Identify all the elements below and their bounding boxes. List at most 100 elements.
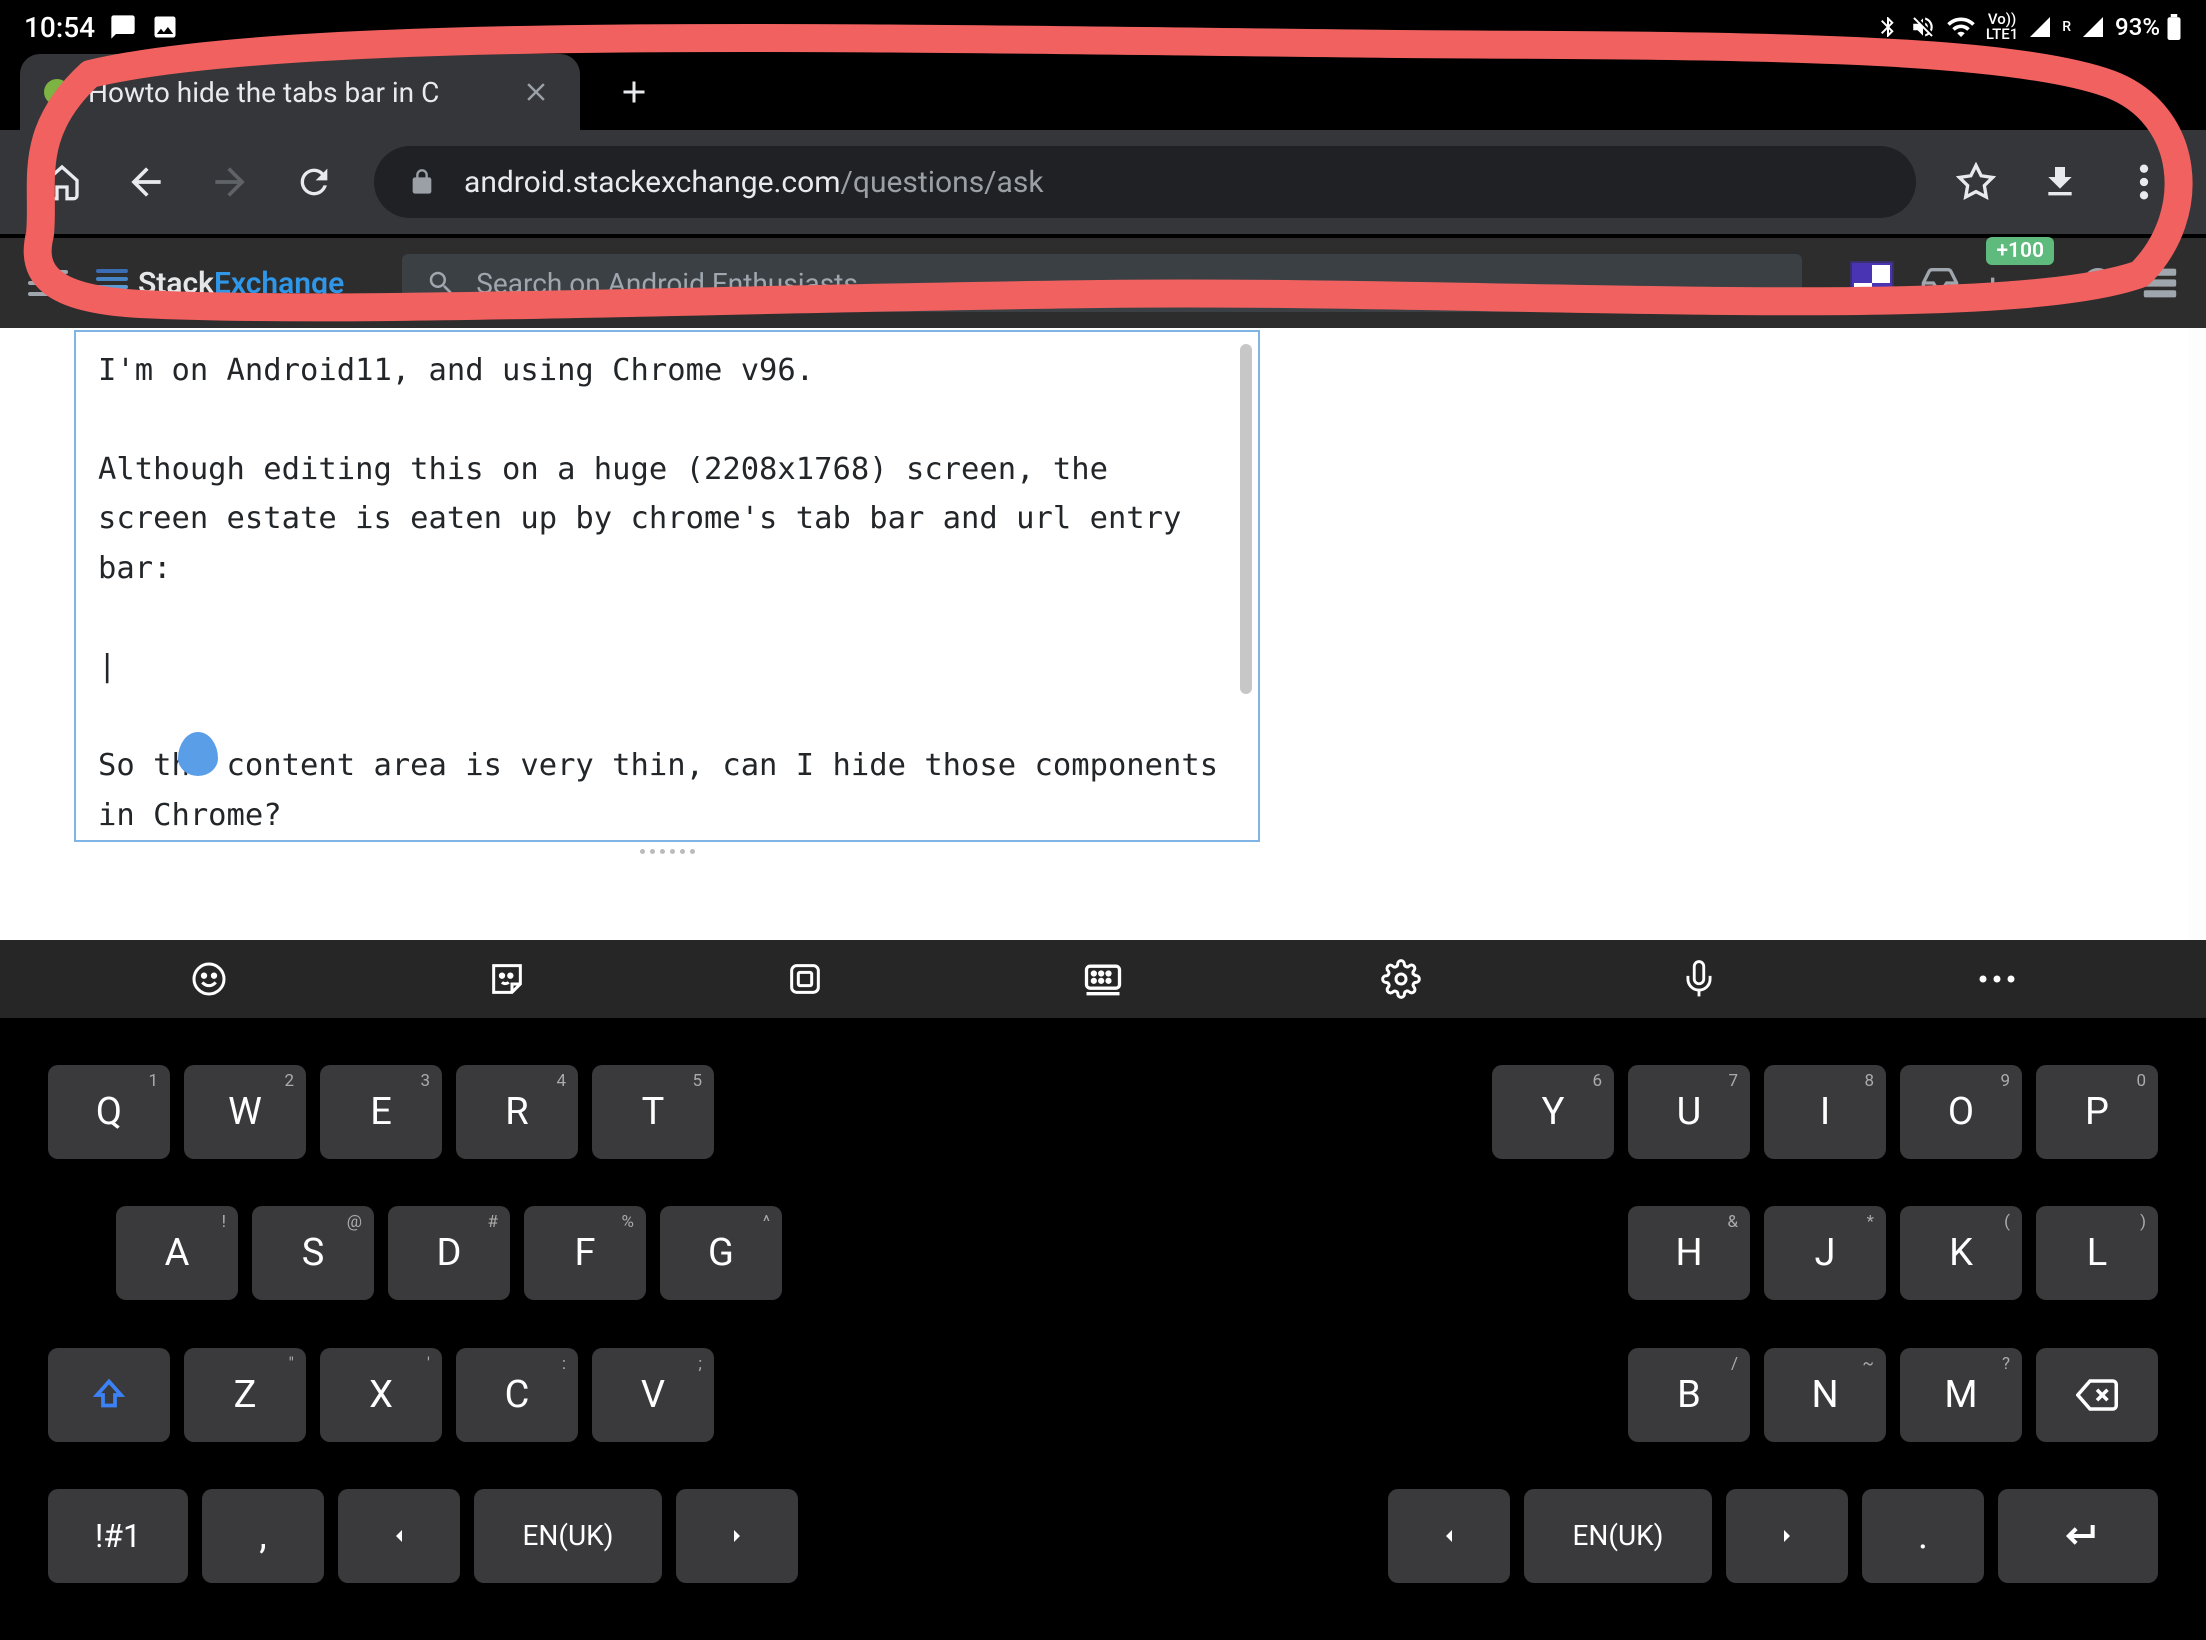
key-a[interactable]: A! <box>116 1206 238 1300</box>
menu-button[interactable] <box>2110 148 2178 216</box>
chrome-tab-strip: Howto hide the tabs bar in C <box>0 54 2206 130</box>
browser-tab-active[interactable]: Howto hide the tabs bar in C <box>20 54 580 130</box>
url-bar[interactable]: android.stackexchange.com/questions/ask <box>374 146 1916 218</box>
key-i[interactable]: I8 <box>1764 1065 1886 1159</box>
page-scrollbar[interactable] <box>2188 328 2206 940</box>
lang-next-key[interactable] <box>676 1489 798 1583</box>
reload-button[interactable] <box>280 148 348 216</box>
key-t[interactable]: T5 <box>592 1065 714 1159</box>
symbols-key[interactable]: !#1 <box>48 1489 188 1583</box>
kb-sticker-button[interactable] <box>358 959 656 999</box>
kb-row2-left: A!S@D#F%G^ <box>48 1206 782 1300</box>
key-e[interactable]: E3 <box>320 1065 442 1159</box>
notification-icon-chat <box>109 13 137 41</box>
text-caret-handle[interactable] <box>178 732 218 776</box>
key-n[interactable]: N~ <box>1764 1348 1886 1442</box>
key-y[interactable]: Y6 <box>1492 1065 1614 1159</box>
bluetooth-icon <box>1876 15 1900 39</box>
wifi-icon <box>1946 12 1976 42</box>
home-button[interactable] <box>28 148 96 216</box>
key-p[interactable]: P0 <box>2036 1065 2158 1159</box>
tab-close-button[interactable] <box>516 72 556 112</box>
back-button[interactable] <box>112 148 180 216</box>
site-switcher-button[interactable] <box>2142 265 2178 301</box>
roaming-indicator: R <box>2062 19 2071 35</box>
kb-row3-right: B/N~M? <box>1628 1348 2022 1442</box>
lang-prev-key[interactable] <box>338 1489 460 1583</box>
keyboard-toolbar <box>0 940 2206 1018</box>
rep-badge: +100 <box>1986 237 2054 265</box>
key-s[interactable]: S@ <box>252 1206 374 1300</box>
stackexchange-logo[interactable]: StackExchange <box>96 266 344 301</box>
new-tab-button[interactable] <box>610 68 658 116</box>
key-j[interactable]: J* <box>1764 1206 1886 1300</box>
vibrate-icon <box>1910 14 1936 40</box>
period-key[interactable]: . <box>1862 1489 1984 1583</box>
key-g[interactable]: G^ <box>660 1206 782 1300</box>
kb-emoji-button[interactable] <box>60 959 358 999</box>
lang-next-key-right[interactable] <box>1726 1489 1848 1583</box>
question-body-editor[interactable]: I'm on Android11, and using Chrome v96. … <box>74 330 1260 842</box>
lang-key-left[interactable]: EN(UK) <box>474 1489 662 1583</box>
kb-keyboard-mode-button[interactable] <box>954 957 1252 1001</box>
hamburger-menu-button[interactable] <box>28 263 68 303</box>
help-button[interactable] <box>2080 265 2116 301</box>
lock-icon <box>408 168 436 196</box>
achievements-button[interactable]: +100 <box>1986 255 2054 311</box>
key-q[interactable]: Q1 <box>48 1065 170 1159</box>
volte-indicator: Vo))LTE1 <box>1986 12 2018 42</box>
key-u[interactable]: U7 <box>1628 1065 1750 1159</box>
signal-icon-1 <box>2028 15 2052 39</box>
kb-row1-left: Q1W2E3R4T5 <box>48 1065 714 1159</box>
backspace-key[interactable] <box>2036 1348 2158 1442</box>
key-b[interactable]: B/ <box>1628 1348 1750 1442</box>
key-l[interactable]: L) <box>2036 1206 2158 1300</box>
key-f[interactable]: F% <box>524 1206 646 1300</box>
lang-key-right[interactable]: EN(UK) <box>1524 1489 1712 1583</box>
kb-row1-right: Y6U7I8O9P0 <box>1492 1065 2158 1159</box>
search-placeholder: Search on Android Enthusiasts… <box>476 267 876 300</box>
key-h[interactable]: H& <box>1628 1206 1750 1300</box>
status-time: 10:54 <box>24 11 95 44</box>
stackexchange-header: StackExchange Search on Android Enthusia… <box>0 238 2206 328</box>
download-button[interactable] <box>2026 148 2094 216</box>
se-search-input[interactable]: Search on Android Enthusiasts… <box>402 254 1802 312</box>
tab-favicon-icon <box>44 79 70 105</box>
search-icon <box>426 268 456 298</box>
kb-settings-button[interactable] <box>1252 959 1550 999</box>
editor-scrollbar[interactable] <box>1240 344 1252 694</box>
kb-voice-button[interactable] <box>1550 960 1848 998</box>
enter-key[interactable] <box>1998 1489 2158 1583</box>
kb-row3-left: Z"X'C:V; <box>184 1348 714 1442</box>
key-w[interactable]: W2 <box>184 1065 306 1159</box>
content-sidebar-blank <box>1260 328 2188 940</box>
editor-resize-grippie[interactable] <box>74 842 1260 860</box>
kb-more-button[interactable] <box>1848 973 2146 985</box>
key-r[interactable]: R4 <box>456 1065 578 1159</box>
key-m[interactable]: M? <box>1900 1348 2022 1442</box>
key-z[interactable]: Z" <box>184 1348 306 1442</box>
android-status-bar: 10:54 Vo))LTE1 R 93% <box>0 0 2206 54</box>
user-avatar[interactable] <box>1850 261 1894 305</box>
comma-key[interactable]: , <box>202 1489 324 1583</box>
key-x[interactable]: X' <box>320 1348 442 1442</box>
key-c[interactable]: C: <box>456 1348 578 1442</box>
page-content: I'm on Android11, and using Chrome v96. … <box>0 328 2206 940</box>
key-d[interactable]: D# <box>388 1206 510 1300</box>
forward-button <box>196 148 264 216</box>
inbox-button[interactable] <box>1920 263 1960 303</box>
key-k[interactable]: K( <box>1900 1206 2022 1300</box>
lang-prev-key-right[interactable] <box>1388 1489 1510 1583</box>
signal-icon-2 <box>2081 15 2105 39</box>
se-logo-icon <box>96 269 128 297</box>
on-screen-keyboard: Q1W2E3R4T5 Y6U7I8O9P0 A!S@D#F%G^ H&J*K(L… <box>0 940 2206 1640</box>
kb-row2-right: H&J*K(L) <box>1628 1206 2158 1300</box>
notification-icon-image <box>151 13 179 41</box>
chrome-toolbar: android.stackexchange.com/questions/ask <box>0 130 2206 234</box>
shift-key[interactable] <box>48 1348 170 1442</box>
key-o[interactable]: O9 <box>1900 1065 2022 1159</box>
bookmark-button[interactable] <box>1942 148 2010 216</box>
kb-gif-button[interactable] <box>656 959 954 999</box>
key-v[interactable]: V; <box>592 1348 714 1442</box>
tab-title: Howto hide the tabs bar in C <box>88 76 498 109</box>
